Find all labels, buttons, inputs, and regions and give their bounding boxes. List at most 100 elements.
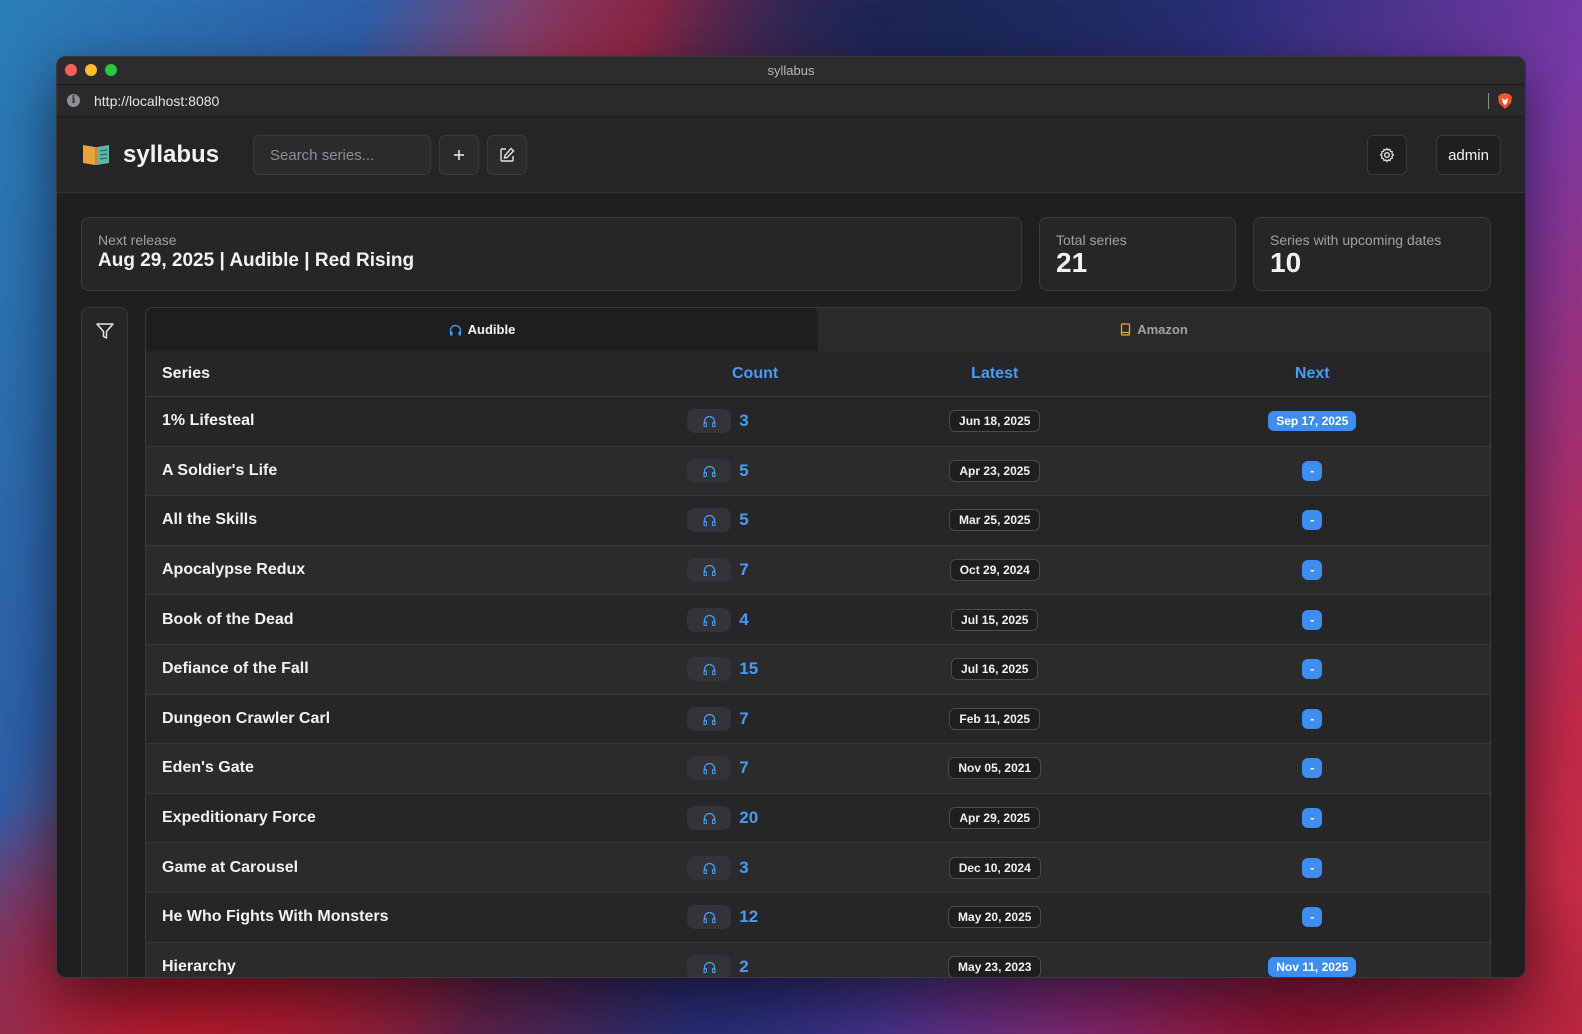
table-row[interactable]: Dungeon Crawler Carl 7 Feb 11, 2025 - <box>146 694 1490 745</box>
total-series-label: Total series <box>1056 232 1127 248</box>
count-cell: 5 <box>655 458 855 483</box>
address-bar[interactable]: i http://localhost:8080 <box>57 85 1525 117</box>
next-date: - <box>1302 907 1323 928</box>
column-header-count[interactable]: Count <box>655 365 855 383</box>
next-release-card: Next release Aug 29, 2025 | Audible | Re… <box>81 217 1022 291</box>
latest-date: Jul 16, 2025 <box>951 658 1039 681</box>
count-cell: 7 <box>655 756 855 781</box>
latest-date: May 23, 2023 <box>948 955 1042 977</box>
site-info-icon[interactable]: i <box>67 94 80 107</box>
series-name[interactable]: He Who Fights With Monsters <box>146 908 655 926</box>
tab-amazon[interactable]: Amazon <box>818 308 1490 351</box>
settings-button[interactable] <box>1367 135 1407 175</box>
brave-shield-icon[interactable] <box>1497 92 1513 110</box>
table-row[interactable]: He Who Fights With Monsters 12 May 20, 2… <box>146 892 1490 943</box>
latest-date: Dec 10, 2024 <box>948 856 1041 879</box>
table-row[interactable]: Defiance of the Fall 15 Jul 16, 2025 - <box>146 644 1490 695</box>
latest-date: May 20, 2025 <box>948 906 1042 929</box>
table-row[interactable]: Expeditionary Force 20 Apr 29, 2025 - <box>146 793 1490 844</box>
table-header: Series Count Latest Next <box>146 351 1490 397</box>
table-row[interactable]: Hierarchy 2 May 23, 2023 Nov 11, 2025 <box>146 942 1490 977</box>
book-count: 7 <box>739 560 749 580</box>
table-row[interactable]: A Soldier's Life 5 Apr 23, 2025 - <box>146 446 1490 497</box>
series-name[interactable]: Expeditionary Force <box>146 809 655 827</box>
series-name[interactable]: Apocalypse Redux <box>146 561 655 579</box>
source-tabs: Audible Amazon <box>146 308 1490 351</box>
table-row[interactable]: Apocalypse Redux 7 Oct 29, 2024 - <box>146 545 1490 596</box>
filter-sidebar <box>81 307 128 977</box>
headphones-badge <box>687 409 732 434</box>
table-row[interactable]: All the Skills 5 Mar 25, 2025 - <box>146 496 1490 546</box>
next-date: - <box>1302 659 1323 680</box>
headphones-icon <box>703 862 716 874</box>
tab-audible-label: Audible <box>467 322 516 337</box>
headphones-icon <box>703 812 716 825</box>
series-name[interactable]: Game at Carousel <box>146 859 655 877</box>
series-name[interactable]: Dungeon Crawler Carl <box>146 710 655 728</box>
book-count: 3 <box>739 411 749 431</box>
table-row[interactable]: 1% Lifesteal 3 Jun 18, 2025 Sep 17, 2025 <box>146 397 1490 447</box>
table-row[interactable]: Book of the Dead 4 Jul 15, 2025 - <box>146 595 1490 645</box>
series-panel: Audible Amazon Series Count Latest Next <box>145 307 1491 977</box>
headphones-badge <box>687 657 732 682</box>
add-series-button[interactable] <box>439 135 479 175</box>
title-bar: syllabus <box>57 57 1525 85</box>
headphones-badge <box>687 954 732 977</box>
book-count: 5 <box>739 510 749 530</box>
browser-window: syllabus i http://localhost:8080 syllabu… <box>56 56 1526 978</box>
tab-amazon-label: Amazon <box>1137 322 1188 337</box>
headphones-badge <box>687 905 732 930</box>
book-count: 2 <box>739 956 749 976</box>
series-name[interactable]: Hierarchy <box>146 958 655 976</box>
series-name[interactable]: All the Skills <box>146 511 655 529</box>
app-name[interactable]: syllabus <box>123 141 219 169</box>
headphones-badge <box>687 458 732 483</box>
book-count: 5 <box>739 460 749 480</box>
table-body: 1% Lifesteal 3 Jun 18, 2025 Sep 17, 2025… <box>146 397 1490 977</box>
table-row[interactable]: Game at Carousel 3 Dec 10, 2024 - <box>146 843 1490 893</box>
headphones-badge <box>687 756 732 781</box>
series-name[interactable]: A Soldier's Life <box>146 462 655 480</box>
next-date: - <box>1302 510 1323 531</box>
series-name[interactable]: Book of the Dead <box>146 611 655 629</box>
column-header-latest[interactable]: Latest <box>855 365 1135 383</box>
headphones-badge <box>687 806 732 831</box>
total-series-value: 21 <box>1056 247 1088 278</box>
plus-icon <box>454 150 464 160</box>
headphones-icon <box>703 565 716 577</box>
user-menu-button[interactable]: admin <box>1436 135 1501 175</box>
book-count: 7 <box>739 758 749 778</box>
table-row[interactable]: Eden's Gate 7 Nov 05, 2021 - <box>146 744 1490 794</box>
edit-button[interactable] <box>487 135 527 175</box>
count-cell: 20 <box>655 806 855 831</box>
filter-icon[interactable] <box>95 321 115 341</box>
upcoming-dates-card: Series with upcoming dates 10 <box>1253 217 1491 291</box>
next-date: Nov 11, 2025 <box>1268 956 1357 977</box>
open-book-logo-icon <box>83 145 109 165</box>
next-release-value: Aug 29, 2025 | Audible | Red Rising <box>98 250 415 271</box>
search-input[interactable] <box>253 135 431 175</box>
url-text[interactable]: http://localhost:8080 <box>94 93 219 109</box>
latest-date: Jun 18, 2025 <box>949 410 1041 433</box>
latest-date: Nov 05, 2021 <box>948 757 1042 780</box>
series-name[interactable]: 1% Lifesteal <box>146 412 655 430</box>
next-date: - <box>1302 857 1323 878</box>
latest-date: Jul 15, 2025 <box>951 608 1039 631</box>
count-cell: 2 <box>655 954 855 977</box>
column-header-next[interactable]: Next <box>1135 365 1490 383</box>
headphones-icon <box>449 324 461 335</box>
book-count: 3 <box>739 857 749 877</box>
series-name[interactable]: Defiance of the Fall <box>146 660 655 678</box>
app-root: syllabus admin <box>57 117 1525 977</box>
headphones-icon <box>703 763 716 775</box>
window-title: syllabus <box>767 63 815 78</box>
column-header-series[interactable]: Series <box>146 365 655 383</box>
series-name[interactable]: Eden's Gate <box>146 759 655 777</box>
tab-audible[interactable]: Audible <box>146 308 818 351</box>
headphones-icon <box>703 912 716 924</box>
latest-date: Apr 23, 2025 <box>949 459 1041 482</box>
next-date: Sep 17, 2025 <box>1268 411 1357 432</box>
book-icon <box>1121 323 1131 336</box>
latest-date: Oct 29, 2024 <box>949 559 1040 582</box>
book-count: 20 <box>739 808 759 828</box>
